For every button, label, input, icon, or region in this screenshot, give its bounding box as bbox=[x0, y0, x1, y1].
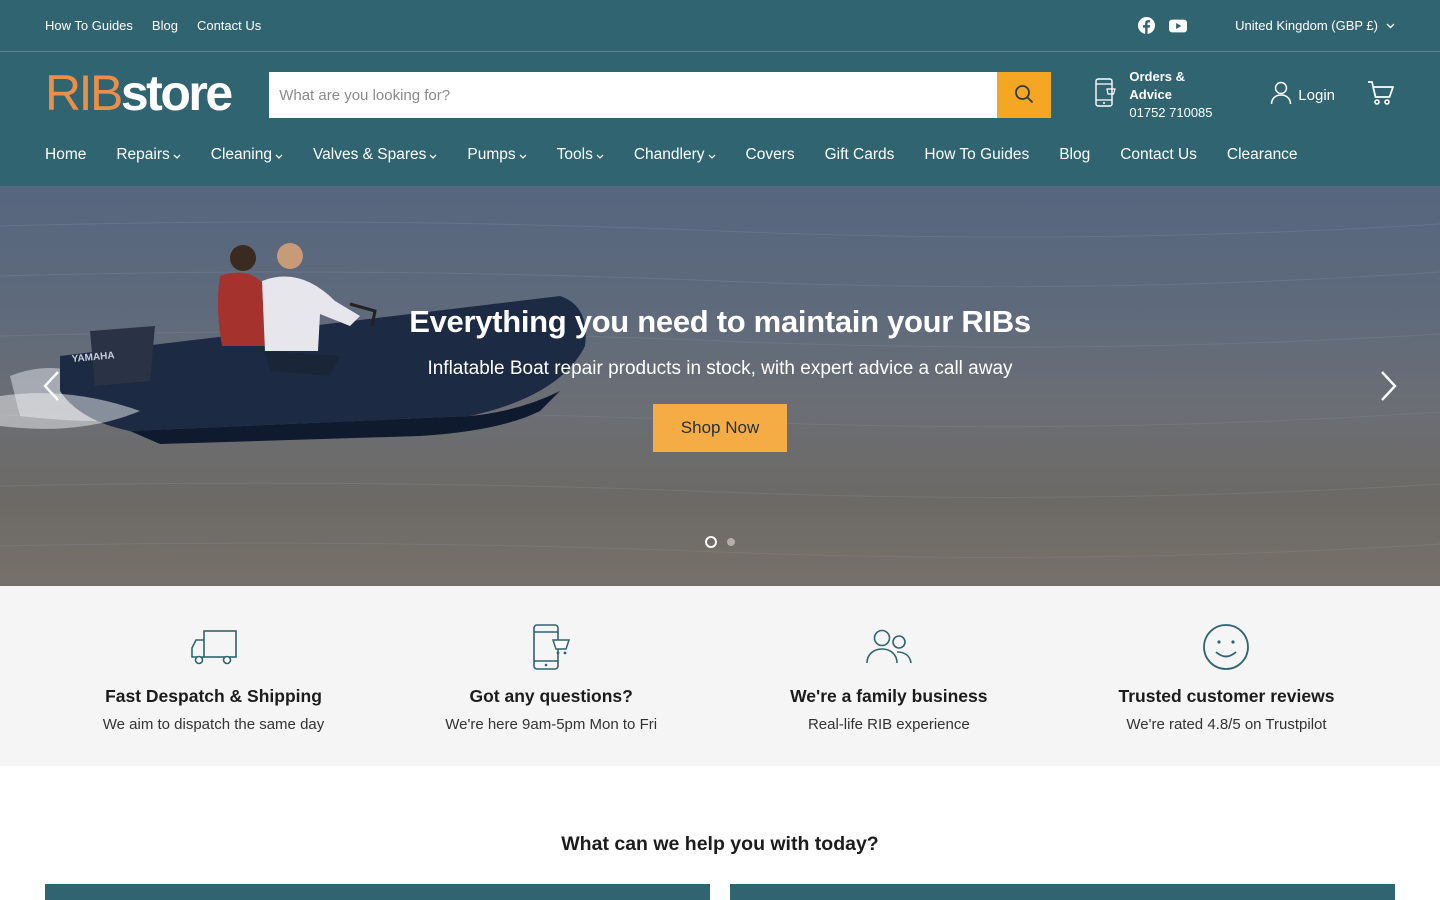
nav-repairs[interactable]: Repairs bbox=[116, 146, 181, 164]
orders-advice[interactable]: Orders & Advice 01752 710085 bbox=[1093, 68, 1230, 122]
orders-text: Orders & Advice 01752 710085 bbox=[1129, 68, 1230, 122]
feature-desc: Real-life RIB experience bbox=[807, 716, 970, 733]
currency-selector[interactable]: United Kingdom (GBP £) bbox=[1235, 18, 1395, 33]
slider-dot-1[interactable] bbox=[705, 536, 717, 548]
facebook-icon[interactable] bbox=[1138, 17, 1156, 34]
top-link-blog[interactable]: Blog bbox=[152, 18, 178, 33]
user-icon bbox=[1270, 81, 1292, 109]
chevron-down-icon bbox=[519, 151, 527, 162]
cart-icon bbox=[1367, 80, 1395, 111]
top-bar: How To Guides Blog Contact Us United Kin… bbox=[0, 0, 1440, 52]
nav-tools[interactable]: Tools bbox=[557, 146, 604, 164]
feature-title: Fast Despatch & Shipping bbox=[105, 686, 322, 706]
nav-home[interactable]: Home bbox=[45, 146, 86, 164]
login-link[interactable]: Login bbox=[1270, 81, 1335, 109]
search-icon bbox=[1014, 84, 1034, 107]
top-links: How To Guides Blog Contact Us bbox=[45, 18, 261, 33]
category-card[interactable] bbox=[45, 884, 710, 900]
search-bar bbox=[269, 72, 1052, 118]
phone-icon bbox=[1093, 77, 1117, 114]
feature-questions: Got any questions? We're here 9am-5pm Mo… bbox=[383, 586, 720, 766]
site-logo[interactable]: RIBstore bbox=[45, 68, 269, 118]
feature-title: We're a family business bbox=[790, 686, 988, 706]
social-links bbox=[1138, 17, 1188, 34]
search-button[interactable] bbox=[997, 72, 1052, 118]
header-main-row: RIBstore Orders & Advice 01752 710085 bbox=[45, 68, 1395, 120]
chevron-down-icon bbox=[275, 151, 283, 162]
truck-icon bbox=[45, 622, 382, 672]
feature-desc: We're rated 4.8/5 on Trustpilot bbox=[1126, 716, 1327, 733]
nav-covers[interactable]: Covers bbox=[746, 146, 795, 164]
feature-desc: We aim to dispatch the same day bbox=[102, 716, 325, 733]
help-title: What can we help you with today? bbox=[561, 833, 879, 855]
phone-chat-icon bbox=[383, 622, 720, 672]
nav-how-to-guides[interactable]: How To Guides bbox=[924, 146, 1029, 164]
smiley-icon bbox=[1058, 622, 1395, 672]
feature-family: We're a family business Real-life RIB ex… bbox=[720, 586, 1057, 766]
top-link-how-to-guides[interactable]: How To Guides bbox=[45, 18, 133, 33]
feature-title: Got any questions? bbox=[469, 686, 633, 706]
category-cards bbox=[45, 884, 1395, 900]
feature-reviews: Trusted customer reviews We're rated 4.8… bbox=[1058, 586, 1395, 766]
help-section: What can we help you with today? bbox=[0, 766, 1440, 900]
nav-chandlery[interactable]: Chandlery bbox=[634, 146, 716, 164]
hero-title: Everything you need to maintain your RIB… bbox=[409, 304, 1031, 339]
login-label: Login bbox=[1298, 86, 1335, 104]
slider-dot-2[interactable] bbox=[727, 538, 735, 546]
chevron-down-icon bbox=[429, 151, 437, 162]
shop-now-button[interactable]: Shop Now bbox=[652, 404, 788, 452]
nav-cleaning[interactable]: Cleaning bbox=[211, 146, 283, 164]
nav-pumps[interactable]: Pumps bbox=[467, 146, 527, 164]
nav-contact-us[interactable]: Contact Us bbox=[1120, 146, 1197, 164]
chevron-down-icon bbox=[173, 151, 181, 162]
nav-clearance[interactable]: Clearance bbox=[1227, 146, 1298, 164]
slider-dots bbox=[0, 536, 1440, 548]
top-bar-right: United Kingdom (GBP £) bbox=[1138, 17, 1395, 34]
site-header: RIBstore Orders & Advice 01752 710085 bbox=[0, 52, 1440, 186]
orders-phone: 01752 710085 bbox=[1129, 105, 1213, 120]
hero-slider: YAMAHA Everything you need to maintain y… bbox=[0, 186, 1440, 586]
people-icon bbox=[720, 622, 1057, 672]
youtube-icon[interactable] bbox=[1169, 19, 1188, 33]
search-input[interactable] bbox=[269, 72, 998, 118]
feature-shipping: Fast Despatch & Shipping We aim to dispa… bbox=[45, 586, 382, 766]
main-nav: Home Repairs Cleaning Valves & Spares Pu… bbox=[45, 146, 1298, 164]
chevron-down-icon bbox=[1386, 21, 1395, 31]
feature-desc: We're here 9am-5pm Mon to Fri bbox=[445, 716, 658, 733]
currency-label: United Kingdom (GBP £) bbox=[1235, 18, 1378, 33]
category-card[interactable] bbox=[730, 884, 1395, 900]
nav-blog[interactable]: Blog bbox=[1059, 146, 1090, 164]
features-bar: Fast Despatch & Shipping We aim to dispa… bbox=[0, 586, 1440, 766]
top-link-contact-us[interactable]: Contact Us bbox=[197, 18, 261, 33]
nav-gift-cards[interactable]: Gift Cards bbox=[825, 146, 895, 164]
hero-subtitle: Inflatable Boat repair products in stock… bbox=[427, 358, 1013, 379]
chevron-down-icon bbox=[708, 151, 716, 162]
chevron-down-icon bbox=[596, 151, 604, 162]
nav-valves-spares[interactable]: Valves & Spares bbox=[313, 146, 437, 164]
feature-title: Trusted customer reviews bbox=[1118, 686, 1335, 706]
cart-button[interactable] bbox=[1367, 80, 1395, 111]
orders-title: Orders & Advice bbox=[1129, 69, 1186, 102]
hero-content: Everything you need to maintain your RIB… bbox=[0, 304, 1440, 452]
